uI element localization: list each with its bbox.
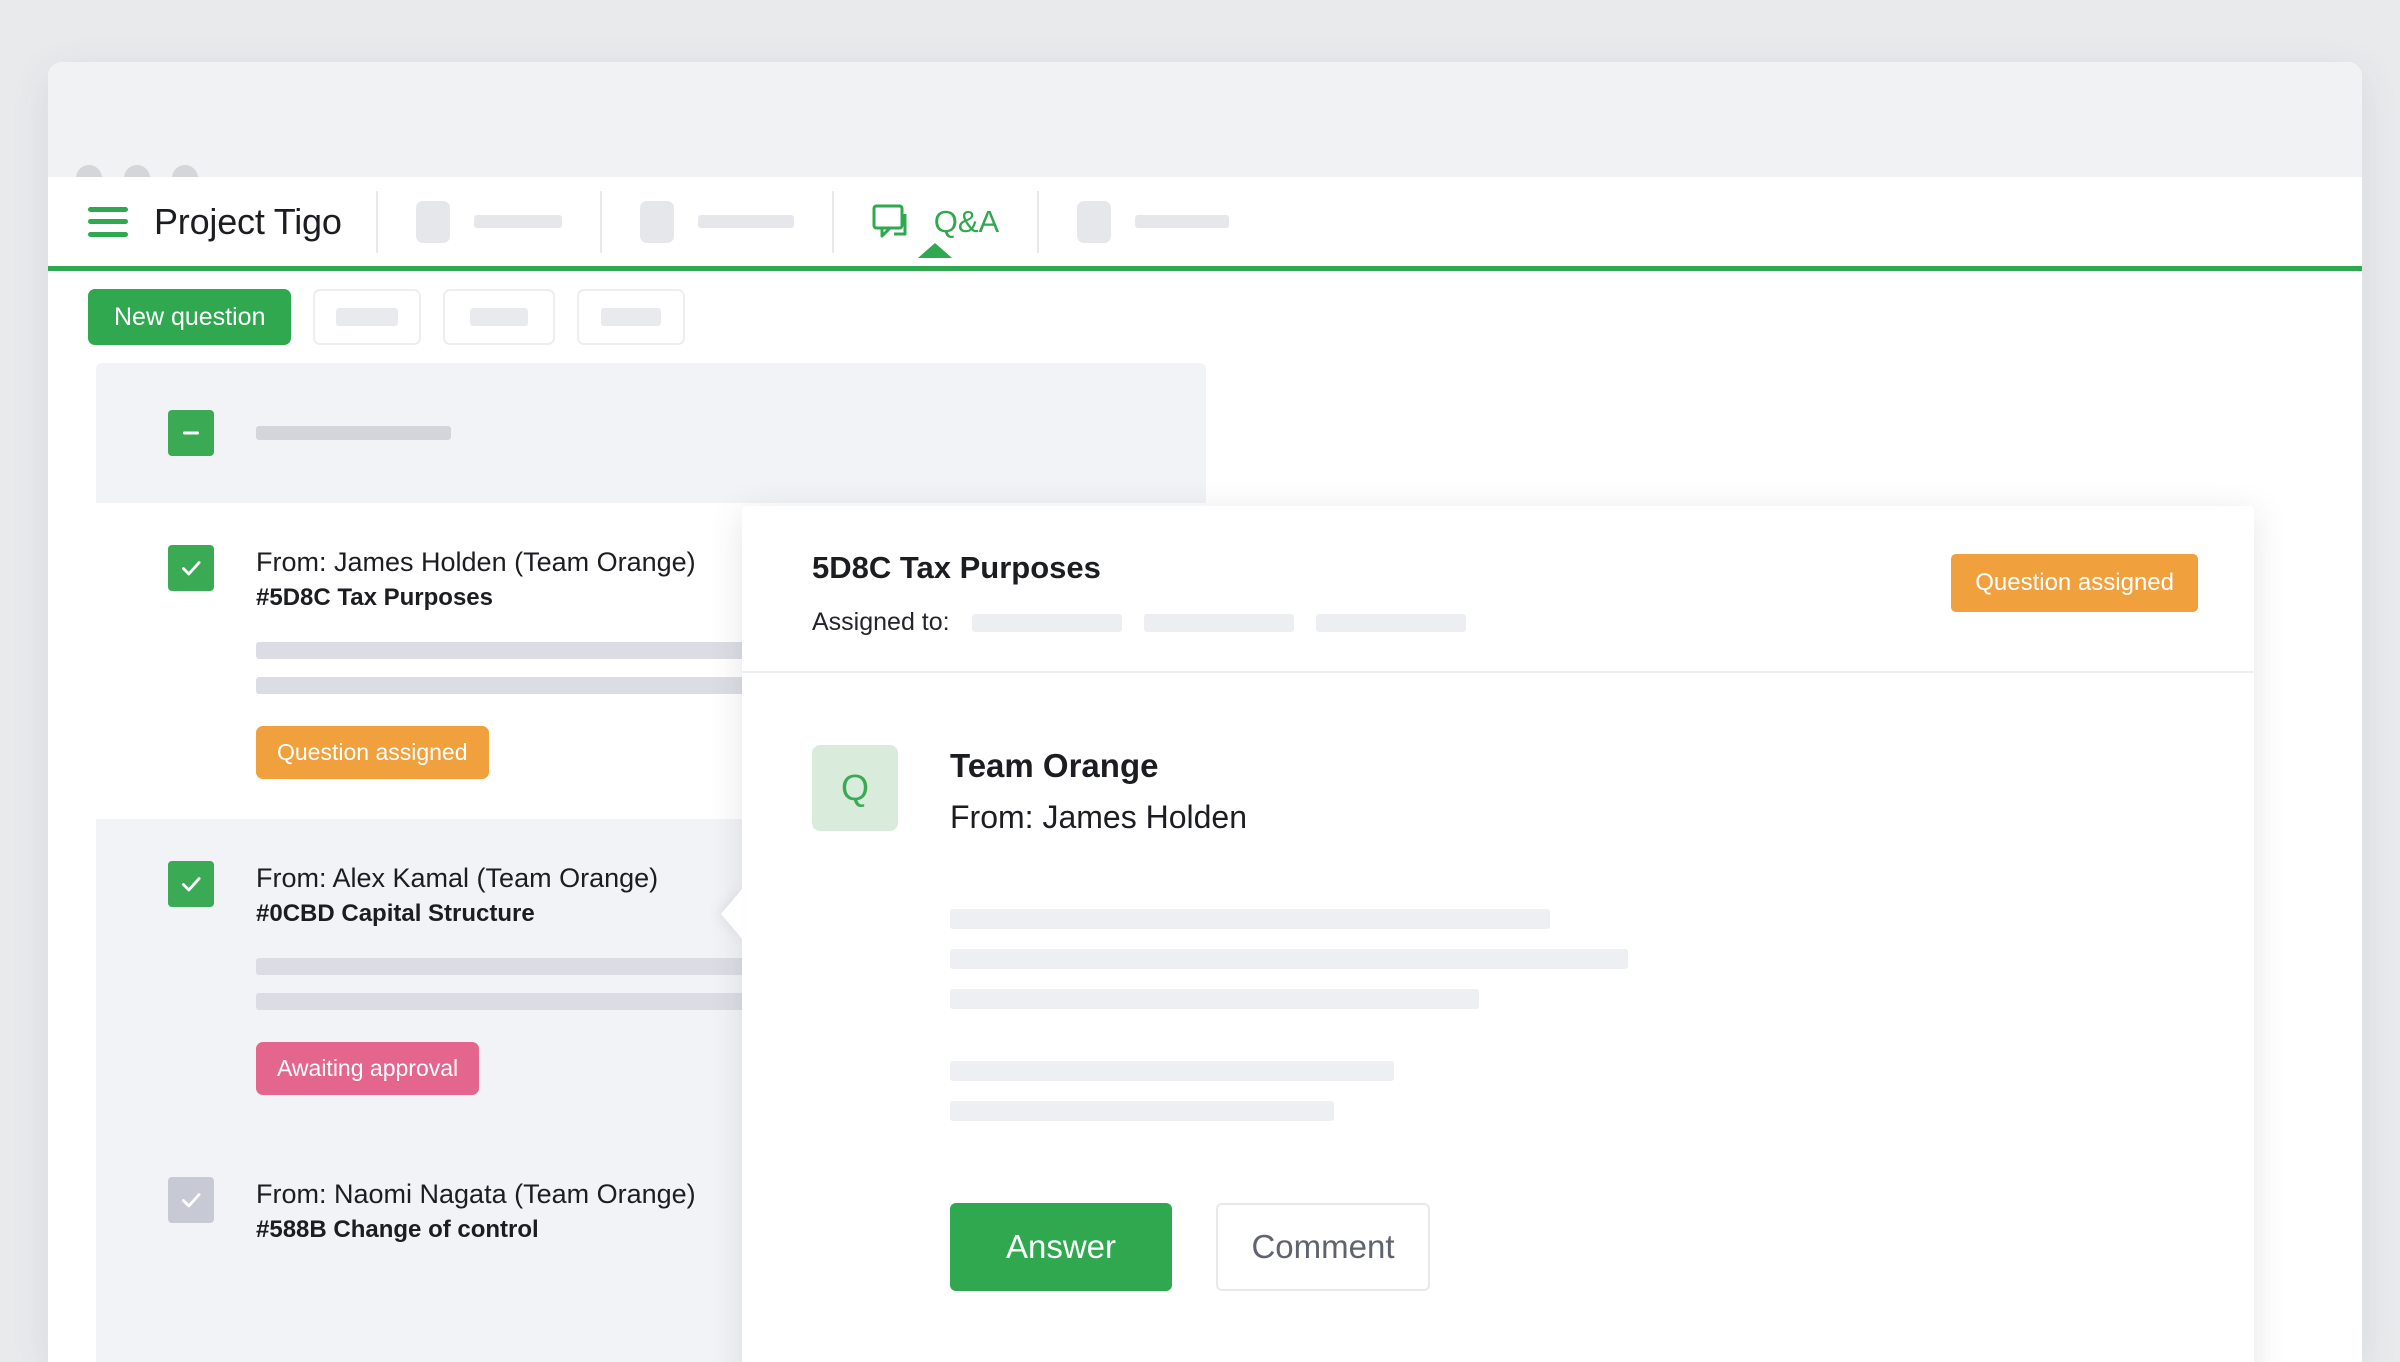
comment-button[interactable]: Comment bbox=[1216, 1202, 1430, 1291]
detail-title: 5D8C Tax Purposes bbox=[812, 550, 1101, 585]
browser-title-bar bbox=[48, 62, 2362, 191]
question-checkbox[interactable] bbox=[168, 1177, 214, 1224]
assigned-to-row: Assigned to: bbox=[812, 608, 1466, 637]
question-author: From: James Holden bbox=[950, 799, 1247, 836]
status-badge: Awaiting approval bbox=[256, 1042, 480, 1096]
question-team: Team Orange bbox=[950, 747, 1159, 784]
assignee-chip-1[interactable] bbox=[971, 613, 1122, 632]
question-checkbox[interactable] bbox=[168, 545, 214, 591]
check-icon bbox=[182, 561, 201, 576]
nav-item-qa[interactable]: Q&A bbox=[831, 190, 1037, 258]
nav-item-1[interactable] bbox=[375, 190, 600, 253]
detail-panel-pointer bbox=[721, 888, 743, 940]
select-all-label bbox=[256, 426, 451, 440]
detail-header-left: 5D8C Tax Purposes Assigned to: bbox=[812, 550, 1466, 637]
toolbar-filter-button-2[interactable] bbox=[443, 289, 556, 345]
detail-header: 5D8C Tax Purposes Assigned to: Question … bbox=[742, 506, 2254, 673]
minus-icon bbox=[183, 431, 199, 435]
avatar: Q bbox=[812, 745, 898, 831]
answer-button[interactable]: Answer bbox=[950, 1202, 1172, 1291]
page-title: Project Tigo bbox=[154, 200, 342, 242]
question-header-text: Team Orange From: James Holden bbox=[950, 745, 1247, 839]
question-header: Q Team Orange From: James Holden bbox=[812, 745, 2198, 839]
nav-active-indicator-triangle bbox=[918, 242, 953, 258]
nav-item-4[interactable] bbox=[1037, 190, 1267, 253]
status-badge: Question assigned bbox=[1951, 554, 2198, 612]
question-body-text bbox=[950, 908, 2198, 1121]
question-toolbar: New question bbox=[48, 271, 2362, 363]
select-all-checkbox[interactable] bbox=[168, 410, 214, 456]
content-area: From: James Holden (Team Orange) #5D8C T… bbox=[48, 363, 2362, 1362]
toolbar-filter-button-3[interactable] bbox=[577, 289, 686, 345]
new-question-button[interactable]: New question bbox=[88, 289, 292, 345]
assigned-to-label: Assigned to: bbox=[812, 608, 950, 636]
browser-window: Project Tigo Q&A New question From: Jame… bbox=[48, 62, 2362, 1362]
assignee-chip-2[interactable] bbox=[1143, 613, 1294, 632]
placeholder-icon bbox=[415, 200, 450, 243]
nav-item-qa-label: Q&A bbox=[933, 203, 1000, 239]
detail-body: Q Team Orange From: James Holden Answer … bbox=[742, 673, 2254, 1291]
chat-bubbles-icon bbox=[872, 204, 914, 240]
select-all-row bbox=[96, 363, 1206, 503]
check-icon bbox=[182, 877, 201, 892]
assignee-chip-3[interactable] bbox=[1315, 613, 1466, 632]
hamburger-menu-icon[interactable] bbox=[88, 206, 128, 237]
question-detail-panel: 5D8C Tax Purposes Assigned to: Question … bbox=[742, 506, 2254, 1362]
toolbar-filter-button-1[interactable] bbox=[313, 289, 422, 345]
placeholder-icon bbox=[1077, 200, 1112, 243]
status-badge: Question assigned bbox=[256, 726, 489, 780]
nav-item-2-label bbox=[697, 215, 794, 228]
question-checkbox[interactable] bbox=[168, 861, 214, 908]
check-icon bbox=[182, 1193, 201, 1208]
placeholder-icon bbox=[639, 200, 674, 243]
question-actions: Answer Comment bbox=[950, 1202, 2198, 1291]
app-navigation-bar: Project Tigo Q&A bbox=[48, 177, 2362, 271]
nav-item-4-label bbox=[1135, 215, 1230, 228]
nav-item-2[interactable] bbox=[599, 190, 832, 253]
nav-item-1-label bbox=[473, 215, 562, 228]
